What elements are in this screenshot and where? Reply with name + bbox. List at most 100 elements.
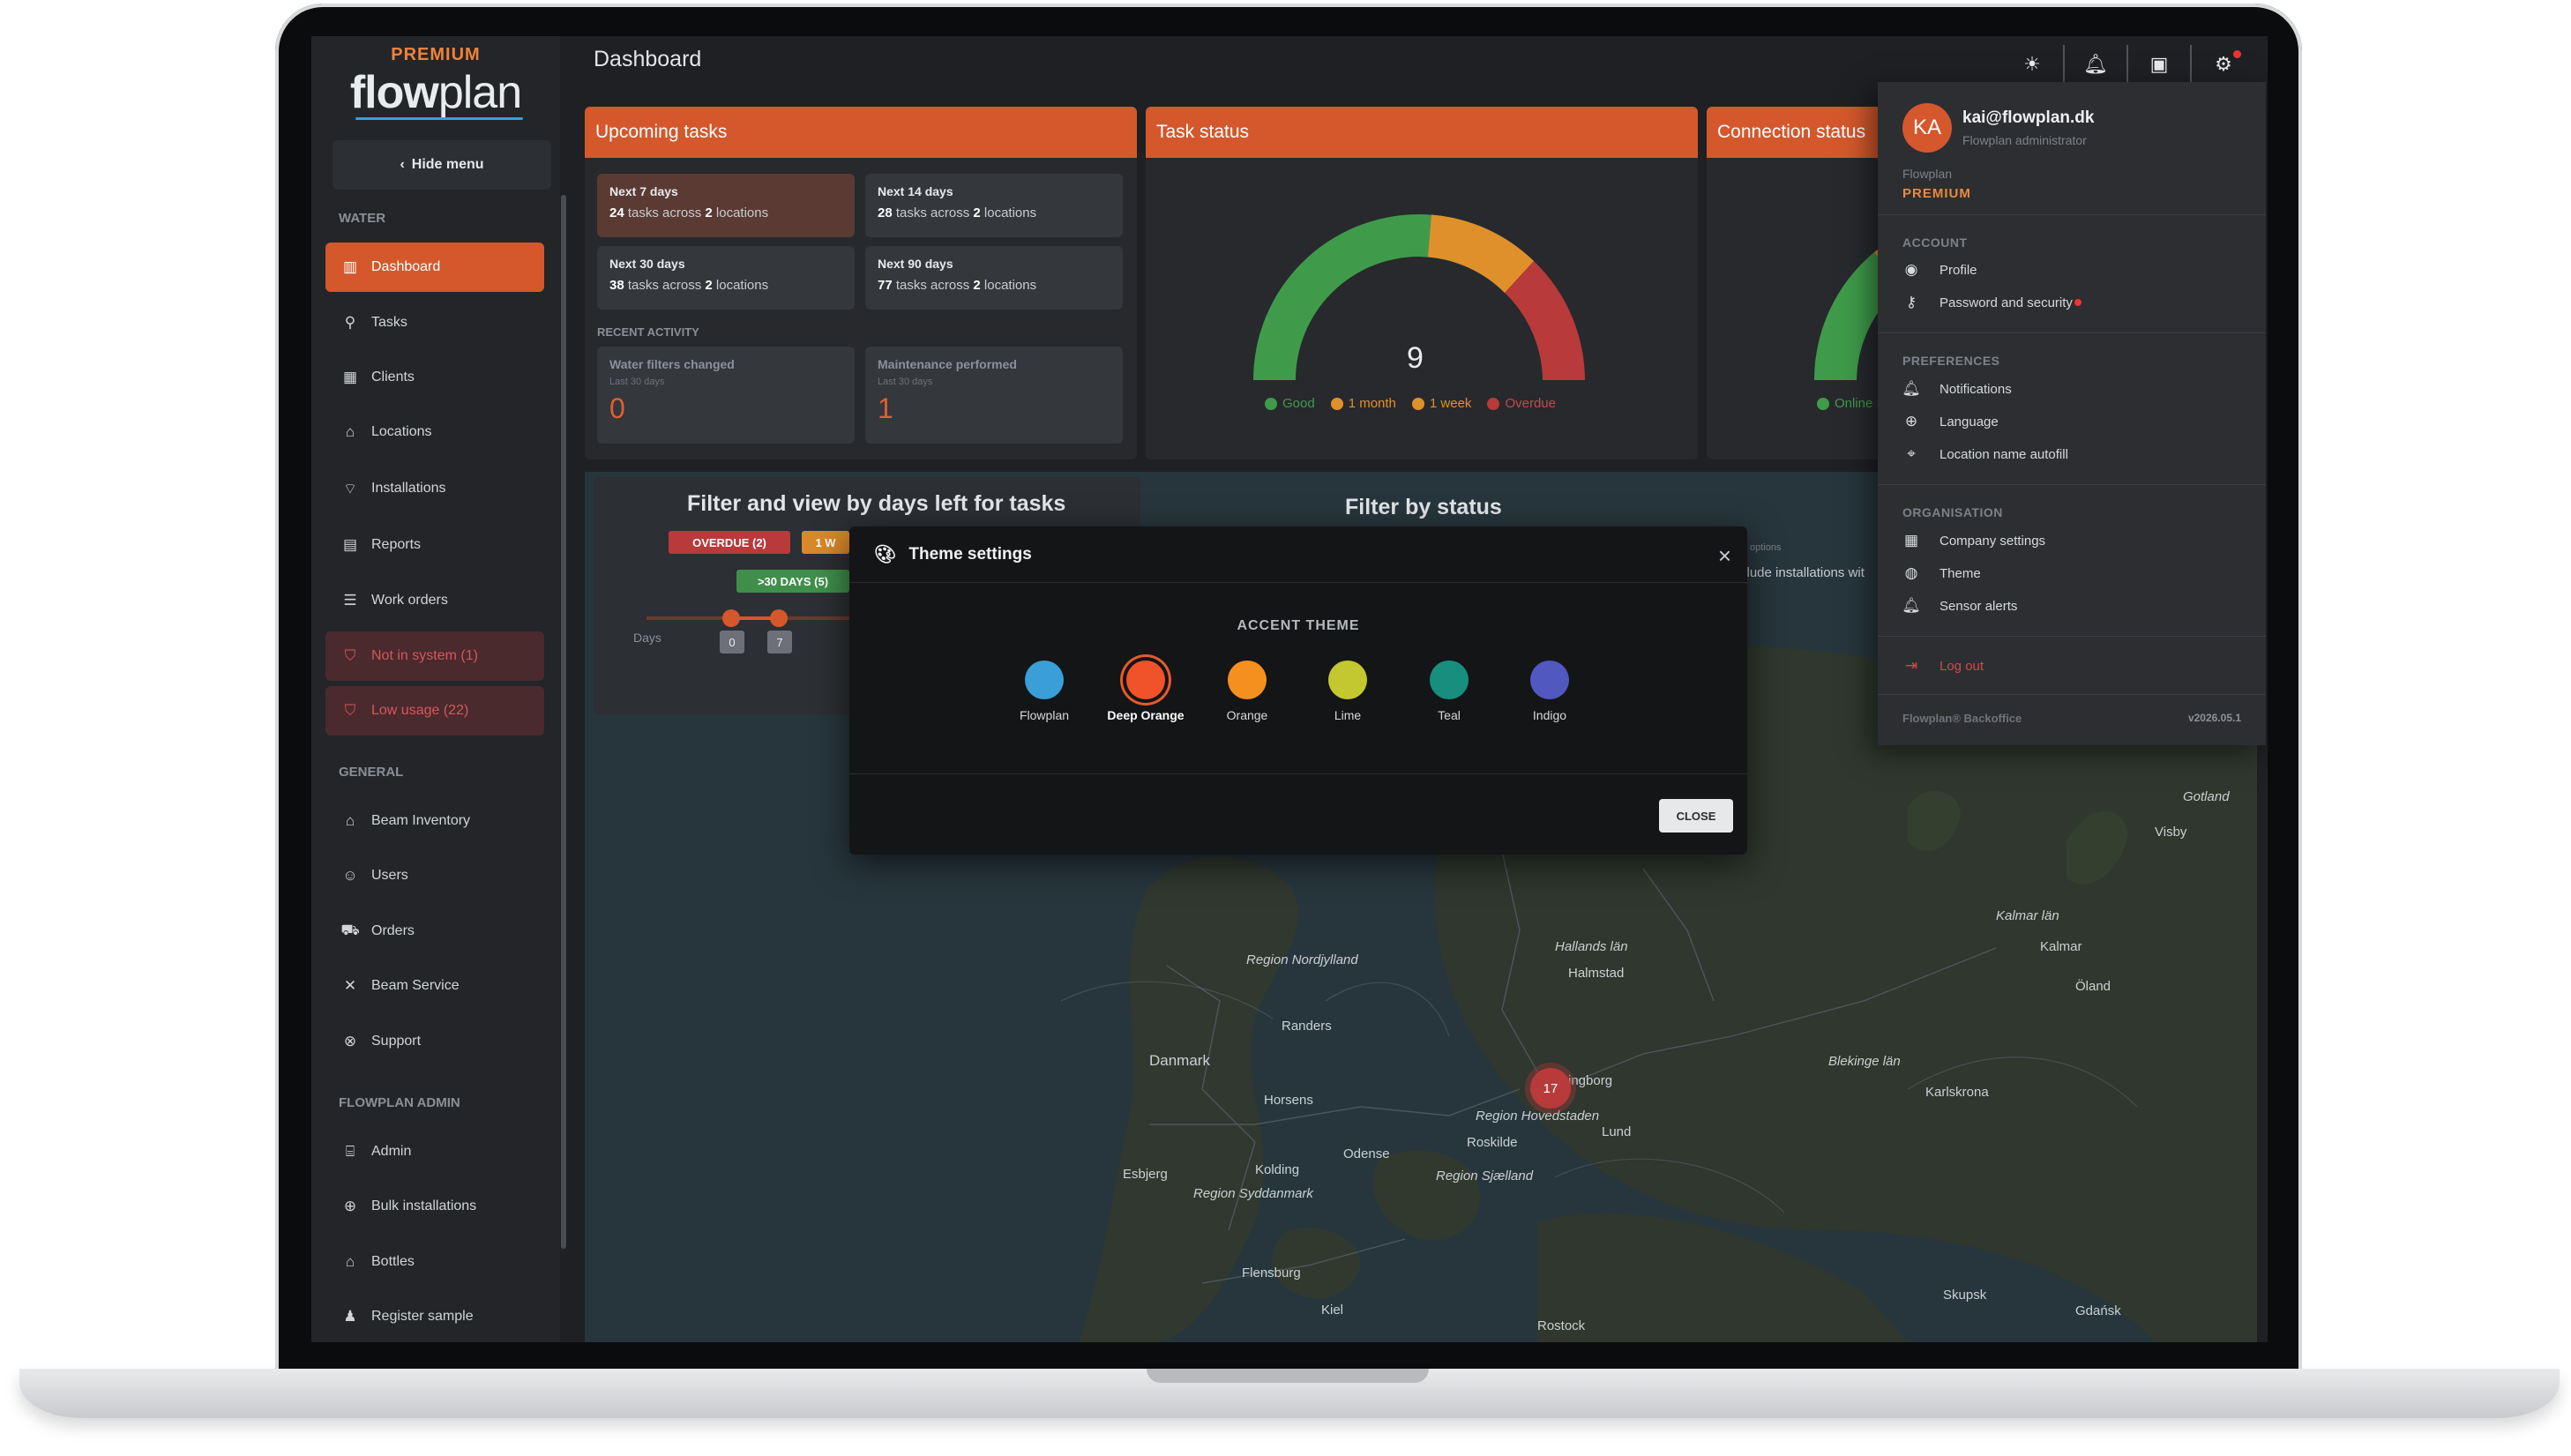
map-label-karlskrona: Karlskrona [1925, 1085, 1989, 1100]
map-cluster-marker[interactable]: 17 [1530, 1068, 1571, 1109]
days-slider-max-handle[interactable] [770, 609, 788, 627]
brightness-icon[interactable]: ☀ [2001, 45, 2065, 84]
sidebar-item-register-sample[interactable]: ♟ Register sample [325, 1292, 544, 1341]
days-label: Days [633, 631, 661, 645]
menu-item-theme[interactable]: ◍ Theme [1902, 564, 1981, 582]
modal-title: Theme settings [908, 544, 1032, 564]
cart-icon: ⛟ [340, 922, 360, 938]
legend-1-week[interactable]: 1 week [1411, 396, 1471, 411]
warehouse-icon: ⌂ [345, 1253, 355, 1270]
swatch-teal[interactable]: Teal [1401, 661, 1498, 722]
lifebuoy-icon: ⊗ [343, 1033, 357, 1049]
swatch-indigo[interactable]: Indigo [1501, 661, 1598, 722]
sidebar-item-dashboard[interactable]: ▥ Dashboard [325, 243, 544, 292]
menu-item-company-settings[interactable]: ▦ Company settings [1902, 532, 2045, 549]
sidebar-item-bulk-installations[interactable]: ⊕ Bulk installations [325, 1182, 544, 1231]
menu-item-logout[interactable]: ⇥ Log out [1902, 657, 1984, 675]
pill-overdue[interactable]: OVERDUE (2) [669, 531, 790, 554]
shield-icon: ⛉ [344, 702, 356, 719]
sidebar-scrollbar[interactable] [561, 195, 566, 1249]
sidebar-item-installations[interactable]: ⌔ Installations [325, 464, 544, 513]
tasks-icon: ⚲ [344, 314, 356, 331]
document-icon[interactable]: ▣ [2128, 45, 2192, 84]
pill-30-days[interactable]: >30 DAYS (5) [736, 570, 849, 593]
task-status-legend: Good 1 month 1 week Overdue [1265, 396, 1556, 411]
sidebar-item-tasks[interactable]: ⚲ Tasks [325, 298, 544, 347]
sidebar-item-support[interactable]: ⊗ Support [325, 1017, 544, 1066]
sidebar-item-reports[interactable]: ▤ Reports [325, 520, 544, 570]
section-label-general: GENERAL [339, 765, 404, 780]
page-title: Dashboard [594, 47, 702, 71]
days-min-value: 0 [720, 631, 744, 653]
menu-item-language[interactable]: ⊕ Language [1902, 413, 1999, 430]
swatch-lime[interactable]: Lime [1299, 661, 1396, 722]
sidebar-item-beam-inventory[interactable]: ⌂ Beam Inventory [325, 796, 544, 846]
sidebar-item-users[interactable]: ☺ Users [325, 851, 544, 900]
menu-item-sensor-alerts[interactable]: 🔔︎ Sensor alerts [1902, 597, 2017, 615]
organisation-section-label: ORGANISATION [1902, 505, 2003, 519]
menu-item-notifications[interactable]: 🔔︎ Notifications [1902, 380, 2012, 398]
home-icon: ⌂ [345, 423, 355, 440]
close-button[interactable]: CLOSE [1659, 799, 1733, 833]
section-label-admin: FLOWPLAN ADMIN [339, 1095, 460, 1110]
sidebar-item-work-orders[interactable]: ☰ Work orders [325, 576, 544, 625]
account-section-label: ACCOUNT [1902, 235, 1968, 250]
legend-good[interactable]: Good [1265, 396, 1315, 411]
map-label-gotland: Gotland [2183, 789, 2230, 804]
sidebar-item-beam-service[interactable]: ✕ Beam Service [325, 961, 544, 1011]
sidebar-item-orders[interactable]: ⛟ Orders [325, 907, 544, 956]
legend-overdue[interactable]: Overdue [1487, 396, 1556, 411]
activity-maintenance[interactable]: Maintenance performed Last 30 days 1 [865, 347, 1123, 444]
recent-activity-label: RECENT ACTIVITY [597, 325, 699, 339]
users-icon: ☺ [342, 867, 358, 884]
hide-menu-button[interactable]: ‹ Hide menu [333, 140, 551, 190]
preferences-section-label: PREFERENCES [1902, 354, 2000, 368]
sidebar-item-not-in-system[interactable]: ⛉ Not in system (1) [325, 631, 544, 681]
sidebar-item-clients[interactable]: ▦ Clients [325, 353, 544, 402]
map-label-region-syddanmark: Region Syddanmark [1193, 1186, 1313, 1201]
tile-next-7-days[interactable]: Next 7 days 24 tasks across 2 locations [597, 174, 855, 237]
account-icon[interactable]: ⚙ [2192, 45, 2255, 84]
menu-item-location-autofill[interactable]: ⌖ Location name autofill [1902, 445, 2068, 463]
bell-icon[interactable]: 🔔︎ [2065, 45, 2128, 84]
app-screen: PREMIUM flowplan ‹ Hide menu WATER ▥ Dash… [311, 36, 2268, 1342]
activity-water-filters[interactable]: Water filters changed Last 30 days 0 [597, 347, 855, 444]
sidebar-item-bottles[interactable]: ⌂ Bottles [325, 1237, 544, 1287]
brand-tier: PREMIUM [391, 45, 481, 64]
laptop-notch [1147, 1369, 1429, 1383]
divider [1878, 694, 2266, 695]
menu-item-profile[interactable]: ◉ Profile [1902, 261, 1977, 279]
brand-logo[interactable]: flowplan [311, 66, 560, 119]
task-status-title: Task status [1146, 107, 1698, 158]
menu-item-password-security[interactable]: ⚷ Password and security [1902, 294, 2081, 311]
map-label-rostock: Rostock [1537, 1318, 1586, 1333]
legend-online[interactable]: Online [1817, 396, 1872, 411]
key-icon: ⚷ [1905, 294, 1917, 310]
close-icon[interactable]: × [1718, 542, 1731, 570]
map-label-gdansk: Gdańsk [2075, 1303, 2121, 1318]
profile-tier: PREMIUM [1902, 186, 1971, 201]
swatch-flowplan[interactable]: Flowplan [996, 661, 1093, 722]
days-slider-min-handle[interactable] [722, 609, 740, 627]
tools-icon: ✕ [343, 977, 357, 994]
sidebar-item-admin[interactable]: ⌸ Admin [325, 1127, 544, 1176]
map-label-region-nordjylland: Region Nordjylland [1246, 952, 1358, 967]
swatch-deep-orange[interactable]: Deep Orange [1097, 661, 1194, 722]
sidebar-item-low-usage[interactable]: ⛉ Low usage (22) [325, 686, 544, 735]
divider [1878, 332, 2266, 333]
globe-icon: ⊕ [1904, 413, 1918, 429]
shield-icon: ⛉ [344, 647, 356, 664]
map-label-hallands: Hallands län [1555, 939, 1628, 954]
section-label-water: WATER [339, 211, 386, 226]
tile-next-14-days[interactable]: Next 14 days 28 tasks across 2 locations [865, 174, 1123, 237]
pill-1-week[interactable]: 1 W [802, 531, 849, 554]
tile-next-90-days[interactable]: Next 90 days 77 tasks across 2 locations [865, 246, 1123, 310]
swatch-orange[interactable]: Orange [1199, 661, 1296, 722]
account-alert-dot [2233, 50, 2241, 58]
include-installations-text[interactable]: clude installations wit [1740, 565, 1865, 580]
legend-1-month[interactable]: 1 month [1330, 396, 1396, 411]
map-label-halmstad: Halmstad [1568, 966, 1625, 981]
sidebar-item-locations[interactable]: ⌂ Locations [325, 407, 544, 457]
tile-next-30-days[interactable]: Next 30 days 38 tasks across 2 locations [597, 246, 855, 310]
profile-dropdown: KA kai@flowplan.dk Flowplan administrato… [1878, 82, 2266, 745]
